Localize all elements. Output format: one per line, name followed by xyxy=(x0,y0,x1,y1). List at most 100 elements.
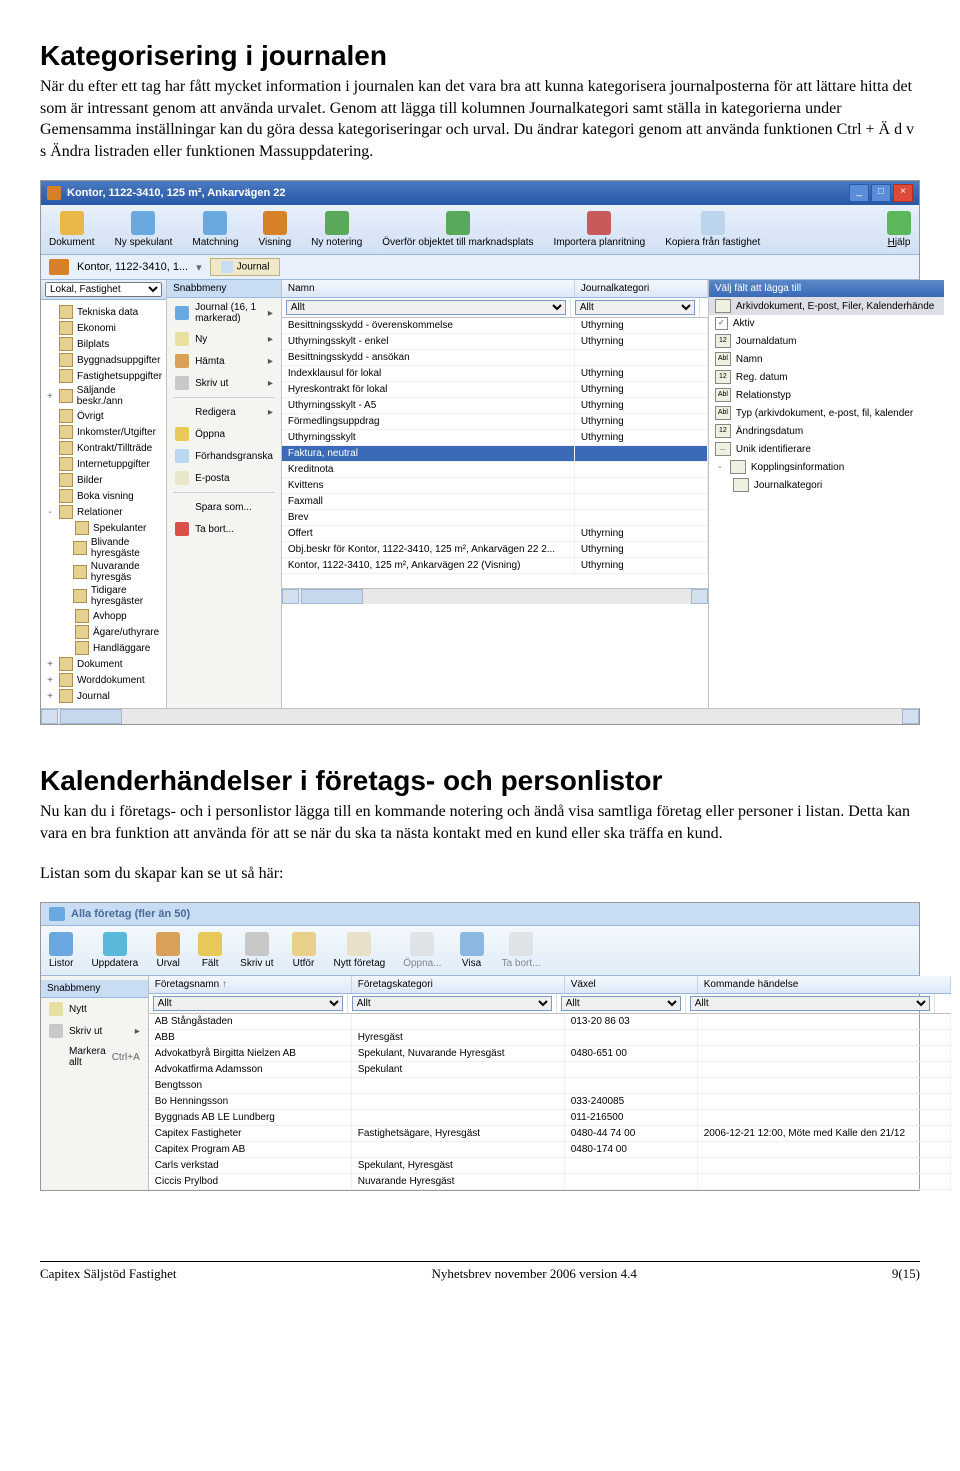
filter-select[interactable]: Allt xyxy=(352,996,552,1011)
table-row[interactable]: Kreditnota xyxy=(282,462,708,478)
field-item[interactable]: AblNamn xyxy=(709,350,944,368)
tree-item[interactable]: Byggnadsuppgifter xyxy=(43,352,164,368)
menu-item[interactable]: Redigera▸ xyxy=(167,401,281,423)
tree-item[interactable]: Övrigt xyxy=(43,408,164,424)
field-item[interactable]: 12Reg. datum xyxy=(709,368,944,386)
field-item[interactable]: AblRelationstyp xyxy=(709,386,944,404)
filter-select[interactable]: Allt xyxy=(561,996,681,1011)
tree-item[interactable]: Bilder xyxy=(43,472,164,488)
toolbar--verf-r-objektet-till-marknadsplats[interactable]: Överför objektet till marknadsplats xyxy=(382,211,533,248)
toolbar-nytt-f-retag[interactable]: Nytt företag xyxy=(334,932,386,969)
toolbar-visning[interactable]: Visning xyxy=(259,211,292,248)
menu-item[interactable]: E-posta xyxy=(167,467,281,489)
menu-item[interactable]: Markera alltCtrl+A xyxy=(41,1042,148,1072)
tab-journal[interactable]: Journal xyxy=(210,258,281,276)
field-item[interactable]: AblTyp (arkivdokument, e-post, fil, kale… xyxy=(709,404,944,422)
table-row[interactable]: Faktura, neutral xyxy=(282,446,708,462)
toolbar-ny-spekulant[interactable]: Ny spekulant xyxy=(115,211,173,248)
field-item[interactable]: -Kopplingsinformation xyxy=(709,458,944,476)
expand-icon[interactable]: + xyxy=(45,391,55,402)
toolbar-ny-notering[interactable]: Ny notering xyxy=(311,211,362,248)
table-row[interactable]: Byggnads AB LE Lundberg011-216500 xyxy=(149,1110,951,1126)
menu-item[interactable]: Ny▸ xyxy=(167,328,281,350)
tree-item[interactable]: Blivande hyresgäste xyxy=(43,536,164,560)
table-row[interactable]: Advokatfirma AdamssonSpekulant xyxy=(149,1062,951,1078)
table-row[interactable]: Obj.beskr för Kontor, 1122-3410, 125 m²,… xyxy=(282,542,708,558)
expand-icon[interactable]: + xyxy=(45,691,55,702)
toolbar-dokument[interactable]: Dokument xyxy=(49,211,95,248)
tree-item[interactable]: Tekniska data xyxy=(43,304,164,320)
table-row[interactable]: Carls verkstadSpekulant, Hyresgäst xyxy=(149,1158,951,1174)
table-row[interactable]: Bengtsson xyxy=(149,1078,951,1094)
filter-select[interactable]: Allt xyxy=(690,996,930,1011)
tree-item[interactable]: Inkomster/Utgifter xyxy=(43,424,164,440)
table-row[interactable]: OffertUthyrning xyxy=(282,526,708,542)
tree-item[interactable]: Nuvarande hyresgäs xyxy=(43,560,164,584)
table-row[interactable]: Besittningsskydd - överenskommelseUthyrn… xyxy=(282,318,708,334)
expand-icon[interactable]: - xyxy=(45,507,55,518)
expand-icon[interactable]: - xyxy=(715,462,725,473)
column-header[interactable]: Namn xyxy=(282,280,575,297)
menu-item[interactable]: Skriv ut▸ xyxy=(41,1020,148,1042)
field-item[interactable]: ...Unik identifierare xyxy=(709,440,944,458)
toolbar-uppdatera[interactable]: Uppdatera xyxy=(91,932,138,969)
tree-item[interactable]: +Journal xyxy=(43,688,164,704)
close-button[interactable]: × xyxy=(893,184,913,202)
column-header[interactable]: Växel xyxy=(565,976,698,993)
toolbar-utf-r[interactable]: Utför xyxy=(292,932,316,969)
tree-select[interactable]: Lokal, Fastighet xyxy=(45,282,162,297)
tree-item[interactable]: Fastighetsuppgifter xyxy=(43,368,164,384)
scrollbar-horizontal[interactable] xyxy=(282,588,708,604)
tree-item[interactable]: Handläggare xyxy=(43,640,164,656)
table-row[interactable]: AB Stångåstaden013-20 86 03 xyxy=(149,1014,951,1030)
tree-item[interactable]: Tidigare hyresgäster xyxy=(43,584,164,608)
field-item[interactable]: Journalkategori xyxy=(709,476,944,494)
tree-item[interactable]: +Worddokument xyxy=(43,672,164,688)
toolbar-skriv-ut[interactable]: Skriv ut xyxy=(240,932,273,969)
table-row[interactable]: Capitex FastigheterFastighetsägare, Hyre… xyxy=(149,1126,951,1142)
minimize-button[interactable]: _ xyxy=(849,184,869,202)
table-row[interactable]: Indexklausul för lokalUthyrning xyxy=(282,366,708,382)
menu-item[interactable]: Skriv ut▸ xyxy=(167,372,281,394)
field-item[interactable]: ✓Aktiv xyxy=(709,315,944,332)
tree-item[interactable]: Kontrakt/Tillträde xyxy=(43,440,164,456)
menu-item[interactable]: Öppna xyxy=(167,423,281,445)
scrollbar-bottom[interactable] xyxy=(41,708,919,724)
tree-item[interactable]: Ägare/uthyrare xyxy=(43,624,164,640)
menu-item[interactable]: Ta bort... xyxy=(167,518,281,540)
menu-item[interactable]: Journal (16, 1 markerad)▸ xyxy=(167,298,281,328)
menu-item[interactable]: Förhandsgranska xyxy=(167,445,281,467)
tree-item[interactable]: Bilplats xyxy=(43,336,164,352)
expand-icon[interactable]: + xyxy=(45,659,55,670)
table-row[interactable]: UthyrningsskyltUthyrning xyxy=(282,430,708,446)
column-header[interactable]: Journalkategori xyxy=(575,280,708,297)
filter-select[interactable]: Allt xyxy=(575,300,695,315)
toolbar-kopiera-fr-n-fastighet[interactable]: Kopiera från fastighet xyxy=(665,211,760,248)
tree-item[interactable]: +Dokument xyxy=(43,656,164,672)
table-row[interactable]: Faxmall xyxy=(282,494,708,510)
toolbar-f-lt[interactable]: Fält xyxy=(198,932,222,969)
table-row[interactable]: Besittningsskydd - ansökan xyxy=(282,350,708,366)
table-row[interactable]: Kontor, 1122-3410, 125 m², Ankarvägen 22… xyxy=(282,558,708,574)
expand-icon[interactable]: + xyxy=(45,675,55,686)
tree-item[interactable]: -Relationer xyxy=(43,504,164,520)
toolbar-hj-lp[interactable]: Hjälp xyxy=(887,211,911,248)
tree-item[interactable]: Spekulanter xyxy=(43,520,164,536)
table-row[interactable]: Kvittens xyxy=(282,478,708,494)
toolbar-urval[interactable]: Urval xyxy=(156,932,180,969)
table-row[interactable]: Hyreskontrakt för lokalUthyrning xyxy=(282,382,708,398)
toolbar-importera-planritning[interactable]: Importera planritning xyxy=(553,211,645,248)
field-item[interactable]: 12Ändringsdatum xyxy=(709,422,944,440)
menu-item[interactable]: Spara som... xyxy=(167,496,281,518)
tree-item[interactable]: Internetuppgifter xyxy=(43,456,164,472)
field-item[interactable]: 12Journaldatum xyxy=(709,332,944,350)
menu-item[interactable]: Hämta▸ xyxy=(167,350,281,372)
toolbar-listor[interactable]: Listor xyxy=(49,932,73,969)
filter-select[interactable]: Allt xyxy=(286,300,566,315)
table-row[interactable]: Brev xyxy=(282,510,708,526)
column-header[interactable]: Kommande händelse xyxy=(698,976,951,993)
table-row[interactable]: Ciccis PrylbodNuvarande Hyresgäst xyxy=(149,1174,951,1190)
field-item[interactable]: Arkivdokument, E-post, Filer, Kalenderhä… xyxy=(709,297,944,315)
table-row[interactable]: ABBHyresgäst xyxy=(149,1030,951,1046)
table-row[interactable]: FörmedlingsuppdragUthyrning xyxy=(282,414,708,430)
